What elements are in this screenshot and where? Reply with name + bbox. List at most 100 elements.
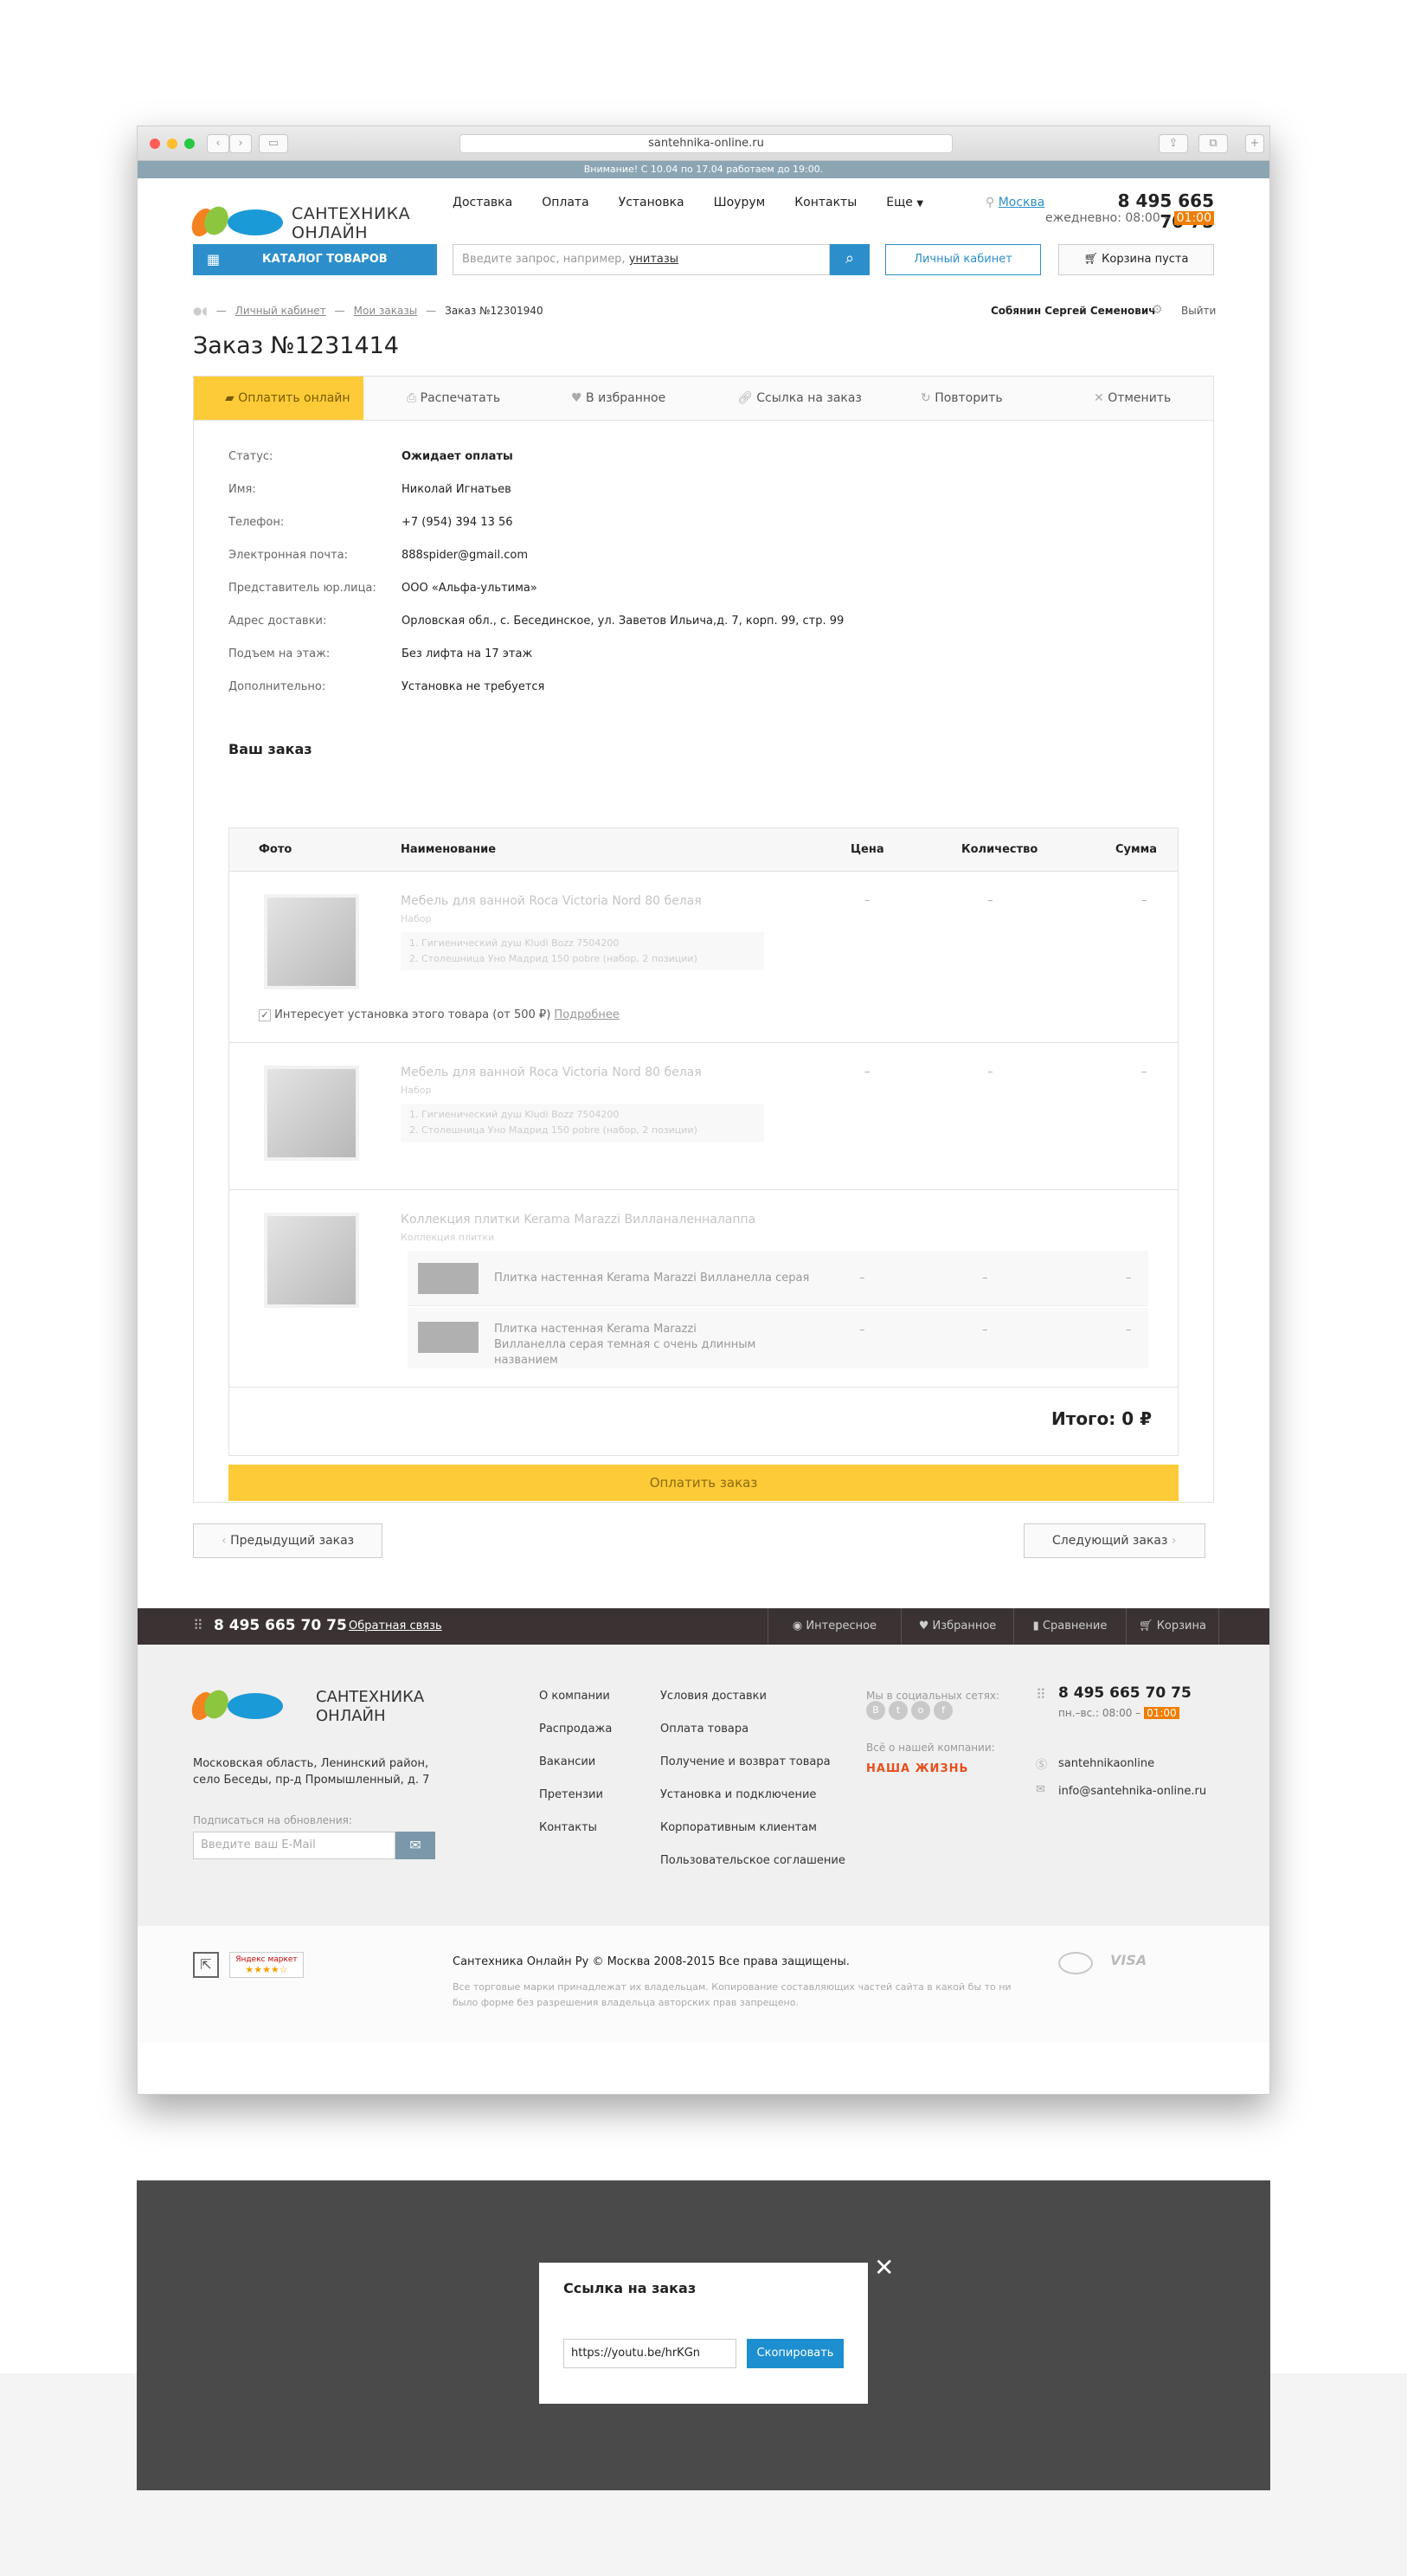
rating-stars-icon: ★★★★☆ bbox=[245, 1964, 288, 1975]
subscribe-email-input[interactable]: Введите ваш E-Mail bbox=[193, 1832, 395, 1859]
product-photo[interactable] bbox=[264, 1066, 359, 1161]
new-tab-icon[interactable]: + bbox=[1245, 134, 1264, 153]
skype-link[interactable]: santehnikaonline bbox=[1058, 1757, 1154, 1770]
product-photo[interactable] bbox=[264, 1213, 359, 1308]
order-link-input[interactable]: https://youtu.be/hrKGn bbox=[563, 2339, 736, 2368]
breadcrumb-orders[interactable]: Мои заказы bbox=[354, 305, 418, 317]
feedback-link[interactable]: Обратная связь bbox=[349, 1620, 442, 1633]
share-icon[interactable]: ⇪ bbox=[1159, 134, 1188, 153]
footer-link-about[interactable]: О компании bbox=[539, 1690, 610, 1703]
favorites-link[interactable]: ♥ Избранное bbox=[901, 1608, 1013, 1645]
dialpad-icon: ⠿ bbox=[1036, 1686, 1046, 1703]
prev-order-button[interactable]: ‹ Предыдущий заказ bbox=[193, 1523, 383, 1558]
zoom-dot[interactable] bbox=[184, 138, 195, 149]
checkbox-icon: ✓ bbox=[259, 1009, 271, 1021]
detail-label: Электронная почта: bbox=[228, 549, 348, 562]
install-checkbox[interactable]: ✓ Интересует установка этого товара (от … bbox=[259, 1008, 620, 1021]
sidebar-icon[interactable]: ▭ bbox=[259, 134, 288, 153]
odnoklassniki-icon[interactable]: o bbox=[911, 1701, 930, 1720]
gear-icon[interactable]: ⚙ bbox=[1152, 303, 1163, 317]
tab-link[interactable]: 🔗︎ Ссылка на заказ bbox=[737, 377, 862, 420]
price-value: – bbox=[864, 1066, 871, 1079]
close-dot[interactable] bbox=[150, 138, 160, 149]
product-name[interactable]: Коллекция плитки Kerama Marazzi Вилланал… bbox=[401, 1213, 755, 1227]
part-item: 2. Столешница Уно Мадрид 150 pobre (набо… bbox=[409, 953, 697, 964]
compare-link[interactable]: ▮ Сравнение bbox=[1013, 1608, 1126, 1645]
detail-label: Имя: bbox=[228, 483, 256, 496]
install-more-link[interactable]: Подробнее bbox=[554, 1008, 619, 1021]
home-logo-icon[interactable]: ●◖ bbox=[193, 305, 208, 317]
footer-phone[interactable]: 8 495 665 70 75 bbox=[1058, 1684, 1192, 1702]
back-icon[interactable]: ‹ bbox=[207, 134, 229, 153]
nav-payment[interactable]: Оплата bbox=[542, 196, 588, 222]
subitem-thumb[interactable] bbox=[418, 1322, 479, 1353]
site-logo[interactable]: САНТЕХНИКА ОНЛАЙН bbox=[187, 196, 470, 242]
nav-contacts[interactable]: Контакты bbox=[794, 196, 857, 222]
product-type: Набор bbox=[401, 913, 432, 924]
nav-showroom[interactable]: Шоурум bbox=[714, 196, 766, 222]
footer-link-delivery[interactable]: Условия доставки bbox=[660, 1690, 767, 1703]
twitter-icon[interactable]: t bbox=[889, 1701, 908, 1720]
footer-link-corporate[interactable]: Корпоративным клиентам bbox=[660, 1821, 817, 1834]
product-name[interactable]: Мебель для ванной Roca Victoria Nord 80 … bbox=[401, 894, 702, 908]
tab-pay-online[interactable]: ▰ Оплатить онлайн bbox=[194, 377, 363, 420]
tab-cancel[interactable]: ✕ Отменить bbox=[1094, 377, 1171, 420]
footer-link-agreement[interactable]: Пользовательское соглашение bbox=[660, 1854, 845, 1867]
order-card: Статус: Ожидает оплаты Имя: Николай Игнать… bbox=[193, 421, 1214, 1503]
search-example[interactable]: унитазы bbox=[629, 253, 678, 266]
detail-value: ООО «Альфа-ультима» bbox=[402, 582, 537, 595]
breadcrumb: ●◖ — Личный кабинет — Мои заказы — Заказ №1… bbox=[193, 305, 543, 317]
tab-repeat[interactable]: ↻ Повторить bbox=[921, 377, 1003, 420]
next-order-button[interactable]: Следующий заказ › bbox=[1024, 1523, 1205, 1558]
product-name[interactable]: Мебель для ванной Roca Victoria Nord 80 … bbox=[401, 1066, 702, 1079]
logo-blue-leaf-icon bbox=[228, 209, 283, 235]
footer-bar-phone[interactable]: 8 495 665 70 75 bbox=[214, 1617, 347, 1634]
minimize-dot[interactable] bbox=[167, 138, 177, 149]
user-name[interactable]: Собянин Сергей Семенович bbox=[991, 305, 1156, 317]
cart-button[interactable]: 🛒︎ Корзина пуста bbox=[1058, 244, 1214, 275]
pay-order-button[interactable]: Оплатить заказ bbox=[228, 1465, 1179, 1501]
nav-installation[interactable]: Установка bbox=[619, 196, 684, 222]
logout-link[interactable]: Выйти bbox=[1181, 305, 1216, 317]
footer-link-claims[interactable]: Претензии bbox=[539, 1788, 603, 1801]
send-mail-icon[interactable]: ✉ bbox=[395, 1832, 435, 1859]
forward-icon[interactable]: › bbox=[229, 134, 252, 153]
nav-delivery[interactable]: Доставка bbox=[453, 196, 512, 222]
footer-link-install[interactable]: Установка и подключение bbox=[660, 1788, 816, 1801]
footer-link-sale[interactable]: Распродажа bbox=[539, 1723, 612, 1736]
search-input[interactable]: Введите запрос, например, унитазы bbox=[453, 244, 830, 275]
subitem-thumb[interactable] bbox=[418, 1263, 479, 1294]
modal-close-icon[interactable]: ✕ bbox=[874, 2256, 894, 2280]
hours-text: ежедневно: 08:00 – bbox=[1044, 211, 1171, 225]
tab-print[interactable]: ⎙ Распечатать bbox=[407, 377, 500, 420]
email-link[interactable]: info@santehnika-online.ru bbox=[1058, 1785, 1206, 1798]
footer-link-jobs[interactable]: Вакансии bbox=[539, 1755, 595, 1768]
product-photo[interactable] bbox=[264, 894, 359, 989]
breadcrumb-account[interactable]: Личный кабинет bbox=[235, 305, 326, 317]
about-brand-link[interactable]: НАША ЖИЗНЬ bbox=[866, 1762, 968, 1775]
catalog-button[interactable]: ▦ КАТАЛОГ ТОВАРОВ bbox=[193, 244, 437, 275]
footer-cart-link[interactable]: 🛒︎ Корзина bbox=[1126, 1608, 1219, 1645]
copy-button[interactable]: Скопировать bbox=[747, 2339, 844, 2368]
tabs-icon[interactable]: ⧉ bbox=[1198, 134, 1228, 153]
city-selector[interactable]: ⚲ Москва bbox=[986, 196, 1044, 209]
yandex-market-badge[interactable]: Яндекс маркет ★★★★☆ bbox=[229, 1952, 304, 1978]
interesting-link[interactable]: ◉ Интересное bbox=[768, 1608, 901, 1645]
subitem-name[interactable]: Плитка настенная Kerama Marazzi Вилланел… bbox=[494, 1322, 771, 1368]
footer-logo[interactable]: САНТЕХНИКА ОНЛАЙН bbox=[187, 1683, 453, 1725]
footer-link-returns[interactable]: Получение и возврат товара bbox=[660, 1755, 831, 1768]
account-button[interactable]: Личный кабинет bbox=[885, 244, 1041, 275]
search-icon[interactable]: ⌕ bbox=[830, 244, 870, 275]
tab-favorite[interactable]: ♥ В избранное bbox=[571, 377, 665, 420]
footer-link-contacts[interactable]: Контакты bbox=[539, 1821, 597, 1834]
order-status: Ожидает оплаты bbox=[402, 450, 513, 463]
table-header: Фото Наименование Цена Количество Сумма bbox=[229, 828, 1178, 872]
external-link-icon[interactable]: ⇱ bbox=[193, 1952, 219, 1978]
nav-more[interactable]: Еще ▼ bbox=[886, 196, 923, 222]
detail-label: Подъем на этаж: bbox=[228, 647, 331, 660]
facebook-icon[interactable]: f bbox=[934, 1701, 953, 1720]
subitem-name[interactable]: Плитка настенная Kerama Marazzi Вилланел… bbox=[494, 1272, 809, 1285]
address-bar[interactable]: santehnika-online.ru bbox=[459, 134, 953, 153]
vk-icon[interactable]: B bbox=[866, 1701, 885, 1720]
footer-link-payment[interactable]: Оплата товара bbox=[660, 1723, 748, 1736]
